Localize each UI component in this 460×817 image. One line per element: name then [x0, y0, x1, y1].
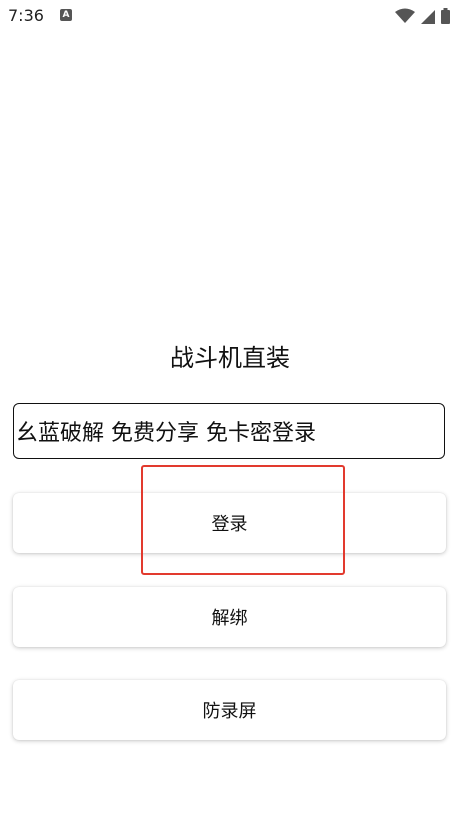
status-bar: 7:36 A [0, 0, 460, 34]
card-key-input[interactable] [14, 404, 444, 458]
card-key-field-container [13, 403, 445, 459]
battery-icon [441, 8, 450, 24]
unbind-button[interactable]: 解绑 [13, 587, 446, 647]
signal-icon [421, 10, 435, 24]
a-letter-icon: A [60, 9, 72, 21]
app-title: 战斗机直装 [170, 344, 290, 372]
anti-record-button-label: 防录屏 [202, 701, 257, 722]
login-button-label: 登录 [211, 514, 248, 535]
wifi-icon [395, 8, 415, 23]
unbind-button-label: 解绑 [211, 608, 248, 629]
status-time: 7:36 [8, 6, 44, 25]
anti-record-button[interactable]: 防录屏 [13, 680, 446, 740]
login-button[interactable]: 登录 [13, 493, 446, 553]
status-icons [395, 7, 450, 25]
